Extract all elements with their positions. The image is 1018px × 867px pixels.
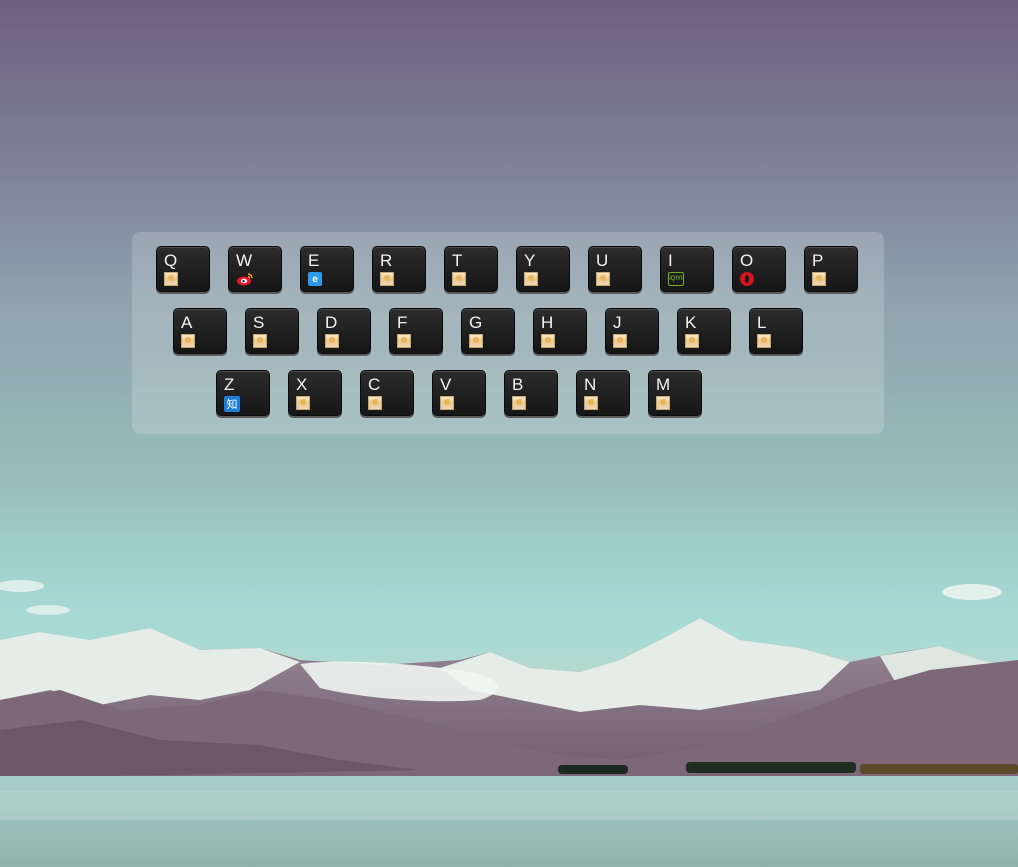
key-letter: D <box>325 313 338 332</box>
cloud <box>942 584 1002 600</box>
key-m[interactable]: M <box>648 370 702 416</box>
site-favicon <box>469 334 483 348</box>
key-letter: Y <box>524 251 536 270</box>
key-letter: N <box>584 375 597 394</box>
site-favicon <box>512 396 526 410</box>
key-letter: F <box>397 313 408 332</box>
key-letter: R <box>380 251 393 270</box>
key-letter: A <box>181 313 193 332</box>
key-letter: Q <box>164 251 178 270</box>
key-s[interactable]: S <box>245 308 299 354</box>
key-j[interactable]: J <box>605 308 659 354</box>
key-letter: P <box>812 251 824 270</box>
key-n[interactable]: N <box>576 370 630 416</box>
key-r[interactable]: R <box>372 246 426 292</box>
key-letter: E <box>308 251 320 270</box>
cloud <box>26 605 70 615</box>
site-favicon <box>325 334 339 348</box>
key-letter: C <box>368 375 381 394</box>
key-letter: V <box>440 375 452 394</box>
key-letter: B <box>512 375 524 394</box>
site-favicon <box>181 334 195 348</box>
site-favicon <box>613 334 627 348</box>
site-favicon <box>812 272 826 286</box>
key-f[interactable]: F <box>389 308 443 354</box>
key-c[interactable]: C <box>360 370 414 416</box>
key-x[interactable]: X <box>288 370 342 416</box>
key-letter: U <box>596 251 609 270</box>
site-favicon <box>757 334 771 348</box>
site-favicon <box>253 334 267 348</box>
key-letter: W <box>236 251 253 270</box>
zhihu-icon: 知 <box>224 396 240 412</box>
site-favicon <box>541 334 555 348</box>
site-favicon <box>685 334 699 348</box>
browser-e-icon: e <box>308 272 322 286</box>
key-k[interactable]: K <box>677 308 731 354</box>
tree-line <box>558 765 628 774</box>
site-favicon <box>440 396 454 410</box>
key-y[interactable]: Y <box>516 246 570 292</box>
site-favicon <box>656 396 670 410</box>
lake-reflection <box>0 790 1018 820</box>
key-g[interactable]: G <box>461 308 515 354</box>
site-favicon <box>368 396 382 410</box>
key-a[interactable]: A <box>173 308 227 354</box>
key-letter: J <box>613 313 622 332</box>
key-letter: L <box>757 313 767 332</box>
tree-line <box>860 764 1018 774</box>
key-letter: O <box>740 251 754 270</box>
key-letter: I <box>668 251 673 270</box>
site-favicon <box>584 396 598 410</box>
site-favicon <box>380 272 394 286</box>
key-e[interactable]: Ee <box>300 246 354 292</box>
key-i[interactable]: IiQIYI <box>660 246 714 292</box>
key-q[interactable]: Q <box>156 246 210 292</box>
site-favicon <box>397 334 411 348</box>
key-d[interactable]: D <box>317 308 371 354</box>
key-h[interactable]: H <box>533 308 587 354</box>
key-b[interactable]: B <box>504 370 558 416</box>
key-letter: G <box>469 313 483 332</box>
key-letter: X <box>296 375 308 394</box>
key-t[interactable]: T <box>444 246 498 292</box>
tree-line <box>686 762 856 773</box>
iqiyi-icon: iQIYI <box>668 272 684 286</box>
key-v[interactable]: V <box>432 370 486 416</box>
weibo-icon <box>236 272 254 286</box>
key-letter: H <box>541 313 554 332</box>
site-favicon <box>296 396 310 410</box>
key-letter: S <box>253 313 265 332</box>
cloud <box>0 580 44 592</box>
key-o[interactable]: O <box>732 246 786 292</box>
site-favicon <box>524 272 538 286</box>
key-z[interactable]: Z知 <box>216 370 270 416</box>
key-w[interactable]: W <box>228 246 282 292</box>
site-favicon <box>596 272 610 286</box>
lake-water <box>0 776 1018 867</box>
opera-icon <box>740 272 754 286</box>
key-p[interactable]: P <box>804 246 858 292</box>
site-favicon <box>452 272 466 286</box>
key-letter: K <box>685 313 697 332</box>
site-favicon <box>164 272 178 286</box>
key-u[interactable]: U <box>588 246 642 292</box>
key-letter: T <box>452 251 463 270</box>
key-l[interactable]: L <box>749 308 803 354</box>
key-letter: Z <box>224 375 235 394</box>
key-letter: M <box>656 375 671 394</box>
